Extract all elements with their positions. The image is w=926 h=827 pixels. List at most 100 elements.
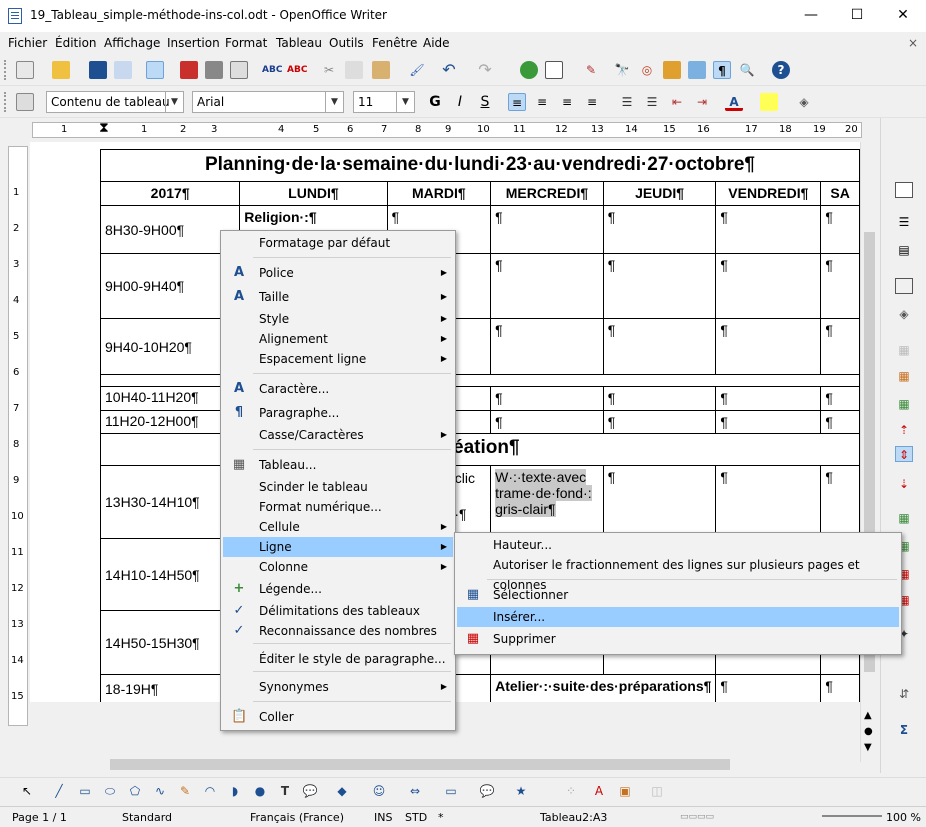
time-cell[interactable]: 14H50-15H30¶ xyxy=(99,610,241,675)
toolbar-grip[interactable] xyxy=(4,60,8,80)
font-size-select[interactable]: 11 ▼ xyxy=(353,91,415,113)
draw-functions-icon[interactable]: ✎ xyxy=(582,61,600,79)
polygon-icon[interactable]: ⬠ xyxy=(126,782,144,800)
horizontal-ruler[interactable]: 1 ⧗ 1 2 3 4 5 6 7 8 9 10 11 12 13 14 15 … xyxy=(0,118,880,142)
bold-icon[interactable]: G xyxy=(426,93,444,111)
freeform-icon[interactable]: ✎ xyxy=(176,782,194,800)
menu-item-formatage-defaut[interactable]: Formatage par défaut xyxy=(223,233,453,253)
time-cell[interactable]: 11H20-12H00¶ xyxy=(99,410,241,434)
navigator-icon[interactable]: ◎ xyxy=(638,61,656,79)
navigation-icon[interactable]: ● xyxy=(864,726,873,737)
decrease-indent-icon[interactable]: ⇤ xyxy=(668,93,686,111)
callouts-icon[interactable]: 💬 xyxy=(478,782,496,800)
table-cell[interactable]: Atelier·:·suite·des·préparations¶ xyxy=(490,674,717,702)
edit-mode-icon[interactable] xyxy=(146,61,164,79)
email-icon[interactable] xyxy=(114,61,132,79)
menu-item-delimitations[interactable]: ✓ Délimitations des tableaux xyxy=(223,601,453,621)
background-color-icon[interactable]: ◈ xyxy=(895,306,913,322)
styles-formatting-icon[interactable] xyxy=(16,93,34,111)
undo-icon[interactable]: ↶ xyxy=(440,61,458,79)
time-cell[interactable]: 9H00-9H40¶ xyxy=(99,253,241,319)
gallery-icon[interactable] xyxy=(663,61,681,79)
underline-icon[interactable]: S xyxy=(476,93,494,111)
align-left-icon[interactable]: ≡ xyxy=(508,93,526,111)
borders-icon[interactable] xyxy=(895,278,913,294)
table-cell[interactable]: ¶ xyxy=(490,253,604,319)
menu-item-espacement-ligne[interactable]: Espacement ligne ▶ xyxy=(223,349,453,369)
split-cells-icon[interactable]: ▦ xyxy=(895,368,913,384)
horizontal-scrollbar[interactable] xyxy=(30,756,860,773)
stars-icon[interactable]: ★ xyxy=(512,782,530,800)
table-cell[interactable]: ¶ xyxy=(715,410,822,434)
insert-rows-icon[interactable]: ▦ xyxy=(895,510,913,526)
curve-icon[interactable]: ∿ xyxy=(151,782,169,800)
header-cell[interactable]: 2017¶ xyxy=(99,181,241,206)
table-cell[interactable]: ¶ xyxy=(490,410,604,434)
menu-item-police[interactable]: A Police ▶ xyxy=(223,263,453,283)
minimize-button[interactable]: — xyxy=(788,0,834,32)
next-page-icon[interactable]: ▼ xyxy=(864,742,872,753)
align-center-icon[interactable]: ≡ xyxy=(533,93,551,111)
basic-shapes-icon[interactable]: ◆ xyxy=(333,782,351,800)
maximize-button[interactable]: ☐ xyxy=(834,0,880,32)
header-cell[interactable]: SA xyxy=(820,181,860,206)
table-cell[interactable]: ¶ xyxy=(602,318,717,375)
bullets-icon[interactable]: ☰ xyxy=(643,93,661,111)
menu-edition[interactable]: Édition xyxy=(55,36,97,50)
menu-item-paragraphe[interactable]: ¶ Paragraphe... xyxy=(223,403,453,423)
table-cell[interactable]: ¶ xyxy=(602,205,717,254)
table-cell[interactable]: ¶ xyxy=(602,253,717,319)
submenu-item-inserer[interactable]: Insérer... xyxy=(457,607,899,627)
cut-icon[interactable]: ✂ xyxy=(320,61,338,79)
previous-page-icon[interactable]: ▲ xyxy=(864,710,872,721)
table-title-cell[interactable]: Planning·de·la·semaine·du·lundi·23·au·ve… xyxy=(100,149,860,182)
menu-item-scinder-tableau[interactable]: Scinder le tableau xyxy=(223,477,453,497)
insert-mode[interactable]: INS xyxy=(374,811,392,824)
page-style[interactable]: Standard xyxy=(122,811,172,824)
extrusion-icon[interactable]: ◫ xyxy=(648,782,666,800)
table-cell[interactable]: ¶ xyxy=(715,674,822,702)
navigator-globe-icon[interactable] xyxy=(520,61,538,79)
time-cell[interactable]: 10H40-11H20¶ xyxy=(99,386,241,411)
text-icon[interactable]: T xyxy=(276,782,294,800)
thin-row[interactable] xyxy=(100,374,860,387)
header-cell[interactable]: MARDI¶ xyxy=(386,181,492,206)
formatting-marks-icon[interactable]: ¶ xyxy=(713,61,731,79)
callout-icon[interactable]: 💬 xyxy=(301,782,319,800)
align-top-icon[interactable]: ⇡ xyxy=(895,422,913,438)
table-cell[interactable]: ¶ xyxy=(715,386,822,411)
toolbar-grip[interactable] xyxy=(4,92,8,112)
numbering-icon[interactable]: ☰ xyxy=(618,93,636,111)
close-button[interactable]: ✕ xyxy=(880,0,926,32)
print-icon[interactable] xyxy=(205,61,223,79)
table-cell[interactable]: ¶ xyxy=(602,465,717,539)
table-cell[interactable]: ¶ xyxy=(602,386,717,411)
menu-item-alignement[interactable]: Alignement ▶ xyxy=(223,329,453,349)
table-cell[interactable]: ¶ xyxy=(820,205,860,254)
menu-fichier[interactable]: Fichier xyxy=(8,36,47,50)
time-cell[interactable]: 14H10-14H50¶ xyxy=(99,538,241,611)
table-cell[interactable]: ¶ xyxy=(820,253,860,319)
table-cell[interactable]: ¶ xyxy=(820,410,860,434)
italic-icon[interactable]: I xyxy=(451,93,469,111)
line-icon[interactable]: ╱ xyxy=(50,782,68,800)
sort-icon[interactable]: ⇵ xyxy=(895,686,913,702)
menu-item-colonne[interactable]: Colonne ▶ xyxy=(223,557,453,577)
scrollbar-thumb[interactable] xyxy=(110,759,730,770)
rectangle-icon[interactable]: ▭ xyxy=(76,782,94,800)
menu-item-coller[interactable]: 📋 Coller xyxy=(223,707,453,727)
table-cell[interactable]: ¶ xyxy=(602,410,717,434)
chevron-down-icon[interactable]: ▼ xyxy=(165,92,183,112)
time-cell[interactable]: 8H30-9H00¶ xyxy=(99,205,241,254)
menu-item-style[interactable]: Style ▶ xyxy=(223,309,453,329)
header-cell[interactable]: LUNDI¶ xyxy=(239,181,388,206)
menu-item-taille[interactable]: A Taille ▶ xyxy=(223,287,453,307)
menu-item-synonymes[interactable]: Synonymes ▶ xyxy=(223,677,453,697)
menu-item-reconnaissance-nombres[interactable]: ✓ Reconnaissance des nombres xyxy=(223,621,453,641)
table-cell[interactable]: ¶ xyxy=(820,465,860,539)
vertical-scrollbar[interactable]: ▲ ● ▼ xyxy=(860,142,877,762)
font-name-select[interactable]: Arial ▼ xyxy=(192,91,344,113)
circle-icon[interactable]: ● xyxy=(251,782,269,800)
points-icon[interactable]: ⁘ xyxy=(562,782,580,800)
table-insert-icon[interactable] xyxy=(895,182,913,198)
